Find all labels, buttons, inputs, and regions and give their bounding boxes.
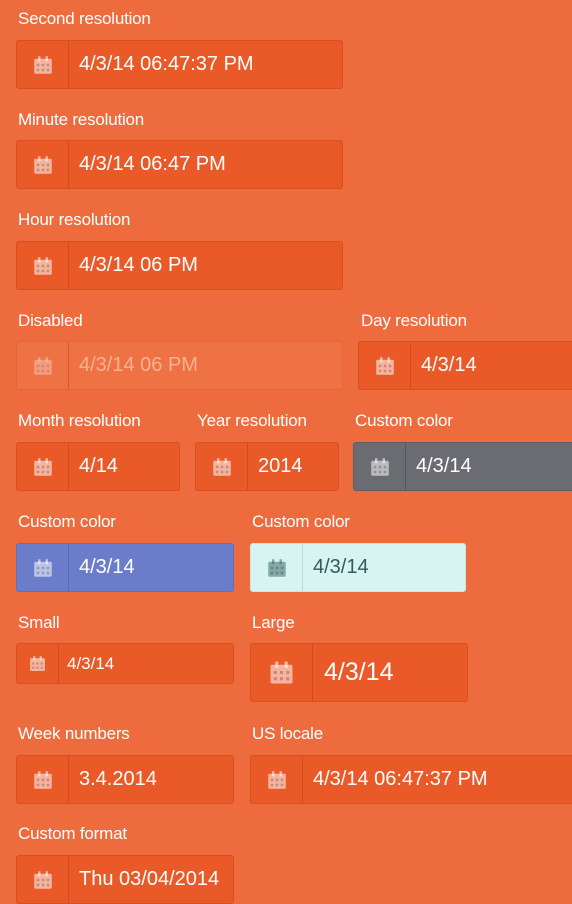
custom-color-mint-field[interactable]: 4/3/14: [250, 543, 466, 592]
date-value: Thu 03/04/2014: [79, 868, 220, 890]
hour-resolution-label: Hour resolution: [18, 210, 131, 229]
calendar-icon: [33, 55, 53, 75]
date-value: 3.4.2014: [79, 768, 157, 790]
day-resolution-label: Day resolution: [361, 311, 467, 330]
week-numbers-field[interactable]: 3.4.2014: [16, 755, 234, 804]
date-value: 4/3/14: [416, 455, 472, 477]
hour-resolution-field[interactable]: 4/3/14 06 PM: [16, 241, 343, 290]
calendar-button[interactable]: [17, 41, 69, 88]
date-value: 4/3/14: [324, 658, 394, 686]
calendar-icon: [33, 155, 53, 175]
custom-color-blue-field[interactable]: 4/3/14: [16, 543, 234, 592]
calendar-icon: [33, 558, 53, 578]
date-value: 4/3/14 06:47 PM: [79, 153, 226, 175]
date-value: 4/3/14 06:47:37 PM: [313, 768, 488, 790]
calendar-icon: [29, 655, 46, 672]
calendar-button: [17, 342, 69, 389]
calendar-button[interactable]: [251, 756, 303, 803]
calendar-button[interactable]: [17, 756, 69, 803]
calendar-icon: [370, 457, 390, 477]
year-resolution-field[interactable]: 2014: [195, 442, 339, 491]
minute-resolution-label: Minute resolution: [18, 110, 145, 129]
calendar-button[interactable]: [251, 644, 313, 701]
calendar-icon: [375, 356, 395, 376]
disabled-field: 4/3/14 06 PM: [16, 341, 343, 390]
calendar-button[interactable]: [17, 443, 69, 490]
month-resolution-field[interactable]: 4/14: [16, 442, 180, 491]
calendar-icon: [33, 356, 53, 376]
calendar-button[interactable]: [354, 443, 406, 490]
calendar-button[interactable]: [251, 544, 303, 591]
calendar-icon: [33, 870, 53, 890]
week-numbers-label: Week numbers: [18, 724, 130, 743]
calendar-icon: [33, 770, 53, 790]
day-resolution-field[interactable]: 4/3/14: [358, 341, 572, 390]
custom-color-mint-label: Custom color: [252, 512, 350, 531]
date-value: 4/3/14: [421, 354, 477, 376]
date-value: 4/3/14: [313, 556, 369, 578]
large-label: Large: [252, 613, 295, 632]
calendar-button[interactable]: [196, 443, 248, 490]
date-value: 4/3/14 06 PM: [79, 354, 198, 376]
custom-format-label: Custom format: [18, 824, 127, 843]
minute-resolution-field[interactable]: 4/3/14 06:47 PM: [16, 140, 343, 189]
small-field[interactable]: 4/3/14: [16, 643, 234, 684]
calendar-button[interactable]: [17, 242, 69, 289]
custom-format-field[interactable]: Thu 03/04/2014: [16, 855, 234, 904]
custom-color-blue-label: Custom color: [18, 512, 116, 531]
custom-color-gray-field[interactable]: 4/3/14: [353, 442, 572, 491]
calendar-icon: [212, 457, 232, 477]
date-value: 4/3/14: [79, 556, 135, 578]
calendar-icon: [33, 256, 53, 276]
calendar-button[interactable]: [17, 544, 69, 591]
date-value: 4/3/14 06 PM: [79, 254, 198, 276]
large-field[interactable]: 4/3/14: [250, 643, 468, 702]
disabled-label: Disabled: [18, 311, 83, 330]
us-locale-label: US locale: [252, 724, 323, 743]
calendar-icon: [269, 660, 294, 685]
calendar-button[interactable]: [359, 342, 411, 389]
calendar-button[interactable]: [17, 141, 69, 188]
date-value: 4/3/14 06:47:37 PM: [79, 53, 254, 75]
year-resolution-label: Year resolution: [197, 411, 307, 430]
date-value: 4/3/14: [67, 653, 115, 673]
month-resolution-label: Month resolution: [18, 411, 141, 430]
calendar-button[interactable]: [17, 644, 59, 683]
calendar-icon: [267, 558, 287, 578]
second-resolution-label: Second resolution: [18, 9, 151, 28]
second-resolution-field[interactable]: 4/3/14 06:47:37 PM: [16, 40, 343, 89]
date-value: 4/14: [79, 455, 118, 477]
calendar-icon: [33, 457, 53, 477]
us-locale-field[interactable]: 4/3/14 06:47:37 PM: [250, 755, 572, 804]
calendar-icon: [267, 770, 287, 790]
date-value: 2014: [258, 455, 303, 477]
small-label: Small: [18, 613, 60, 632]
custom-color-gray-label: Custom color: [355, 411, 453, 430]
calendar-button[interactable]: [17, 856, 69, 903]
